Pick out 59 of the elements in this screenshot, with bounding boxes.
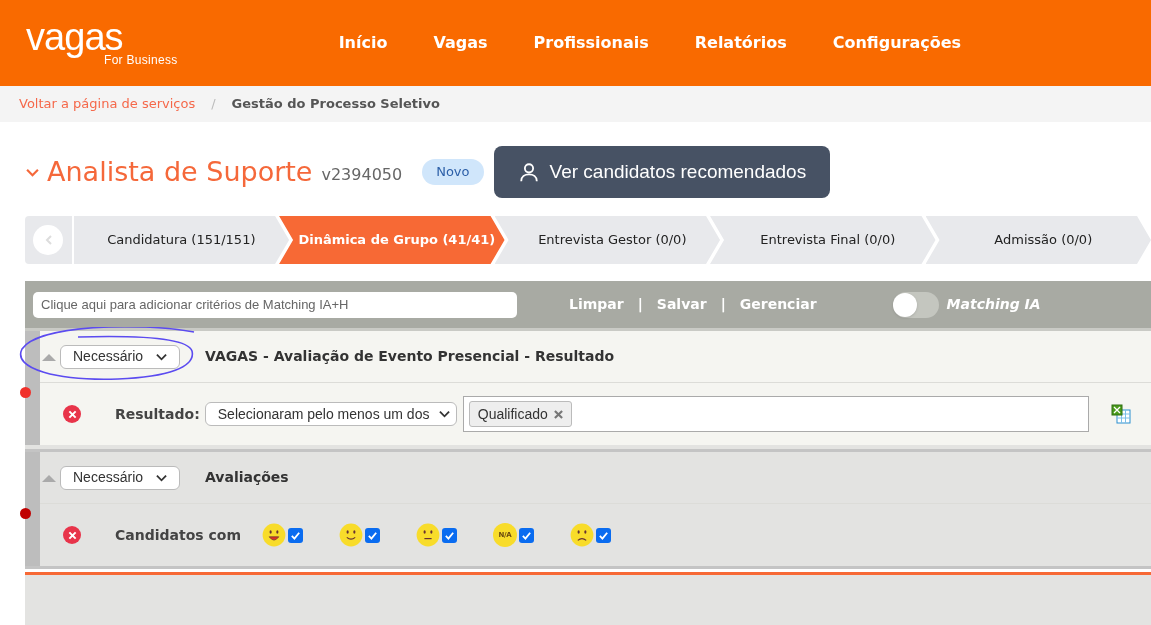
check-icon bbox=[521, 529, 532, 541]
criteria-field[interactable]: Clique aqui para adicionar critérios de Matching IA+H bbox=[33, 291, 517, 318]
step-tab[interactable]: Admissão (0/0) bbox=[925, 216, 1151, 264]
user-icon bbox=[517, 161, 540, 183]
criterion-label: Resultado: bbox=[115, 404, 200, 424]
breadcrumb-link[interactable]: Voltar a página de serviços bbox=[19, 94, 196, 114]
tag: Qualificado bbox=[468, 401, 572, 427]
check-icon bbox=[444, 529, 455, 541]
nav-link[interactable]: Vagas bbox=[433, 31, 488, 55]
smiley-icon bbox=[570, 523, 594, 547]
step-tab[interactable]: Candidatura (151/151) bbox=[73, 216, 290, 264]
checkbox[interactable] bbox=[519, 527, 534, 543]
smiley-icon bbox=[416, 523, 440, 547]
smiley-icon bbox=[262, 523, 286, 547]
logo[interactable]: vagas For Business bbox=[26, 20, 178, 66]
spreadsheet-icon[interactable] bbox=[1110, 404, 1131, 424]
requirement-select[interactable]: Necessário bbox=[60, 465, 180, 490]
requirement-select[interactable]: Necessário bbox=[60, 344, 180, 369]
section-title: Avaliações bbox=[205, 468, 289, 487]
delete-icon[interactable] bbox=[63, 405, 81, 423]
checkbox[interactable] bbox=[442, 527, 457, 543]
nav-link[interactable]: Relatórios bbox=[694, 31, 787, 55]
chevron-left-icon bbox=[44, 235, 52, 245]
step-tab[interactable]: Entrevista Gestor (0/0) bbox=[494, 216, 721, 264]
checkbox[interactable] bbox=[365, 527, 380, 543]
chevron-down-icon bbox=[26, 167, 39, 177]
check-icon bbox=[598, 529, 609, 541]
action-link[interactable]: Gerenciar bbox=[739, 294, 817, 315]
check-icon bbox=[367, 529, 378, 541]
action-separator: | bbox=[720, 295, 726, 315]
nav-link[interactable]: Profissionais bbox=[533, 31, 649, 55]
chevron-down-icon bbox=[438, 410, 450, 418]
toggle-label: Matching IA bbox=[946, 295, 1041, 314]
delete-icon[interactable] bbox=[63, 526, 81, 544]
recommended-button[interactable]: Ver candidatos recomendados bbox=[493, 146, 831, 198]
job-title: Analista de Suporte bbox=[47, 154, 313, 189]
job-code: v2394050 bbox=[321, 164, 403, 186]
chevron-down-icon bbox=[156, 473, 167, 482]
breadcrumb-current: Gestão do Processo Seletivo bbox=[231, 95, 440, 114]
action-link[interactable]: Limpar bbox=[569, 294, 624, 315]
tag-input[interactable]: Qualificado bbox=[462, 396, 1089, 432]
checkbox[interactable] bbox=[288, 527, 303, 543]
criterion-label: Candidatos com bbox=[115, 525, 241, 545]
action-separator: | bbox=[637, 295, 643, 315]
section-title: VAGAS - Avaliação de Evento Presencial - Resultado bbox=[205, 347, 615, 366]
step-tab[interactable]: Dinâmica de Grupo (41/41) bbox=[279, 216, 505, 264]
toggle-switch[interactable] bbox=[892, 291, 939, 318]
nav-link[interactable]: Configurações bbox=[832, 31, 962, 55]
remove-icon[interactable] bbox=[553, 409, 563, 419]
step-tab[interactable]: Entrevista Final (0/0) bbox=[710, 216, 936, 264]
action-link[interactable]: Salvar bbox=[656, 294, 707, 315]
nav-link[interactable]: Início bbox=[338, 31, 388, 55]
breadcrumb-separator: / bbox=[211, 95, 216, 114]
checkbox[interactable] bbox=[596, 527, 611, 543]
chevron-down-icon bbox=[156, 352, 167, 361]
status-badge: Novo bbox=[422, 159, 484, 185]
check-icon bbox=[290, 529, 301, 541]
smiley-icon bbox=[339, 523, 363, 547]
operator-select[interactable]: Selecionaram pelo menos um dos bbox=[204, 402, 457, 426]
